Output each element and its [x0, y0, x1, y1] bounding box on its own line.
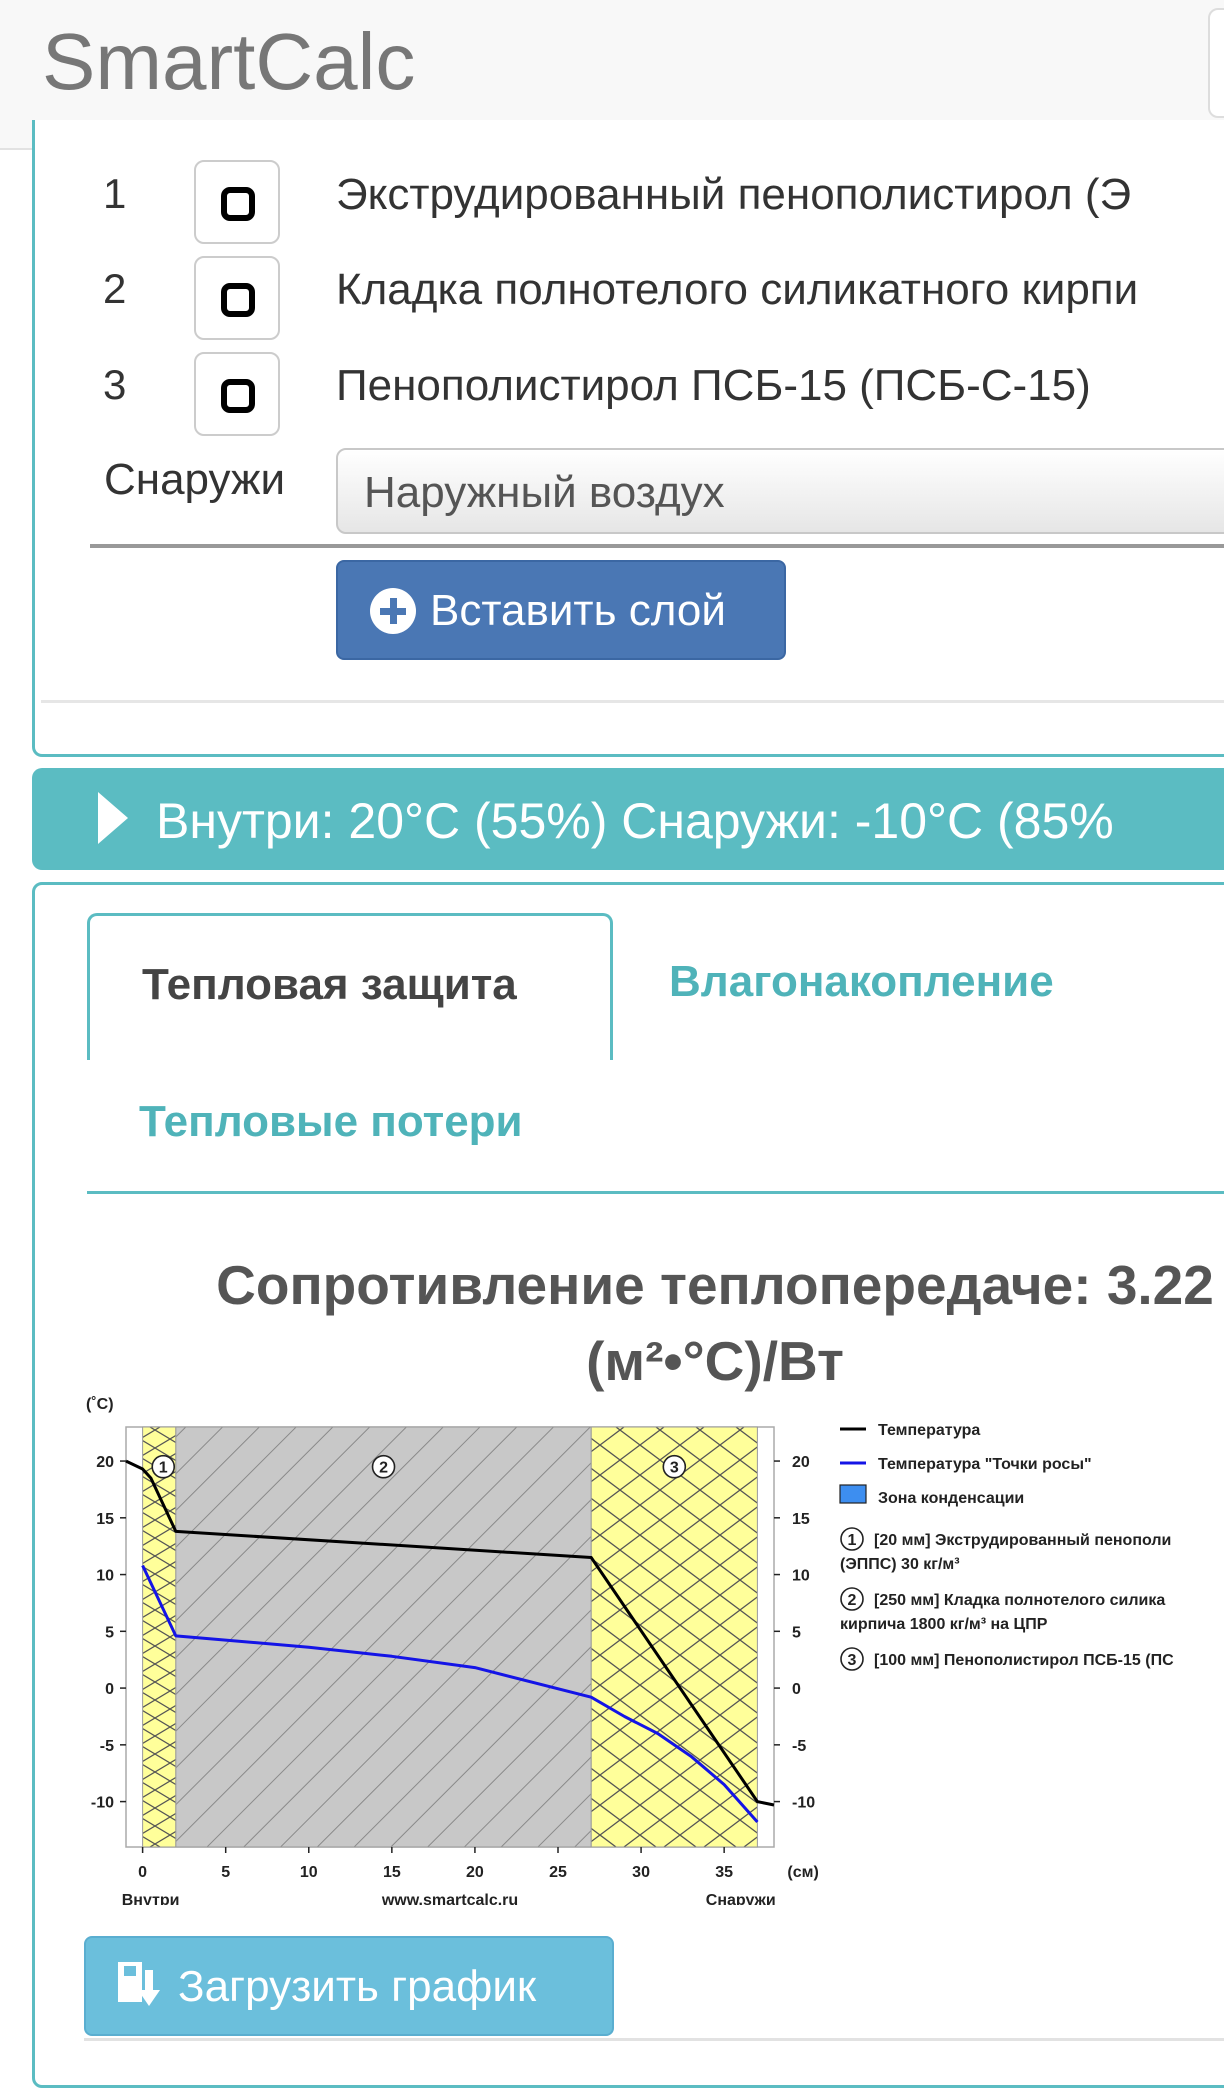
y-tick-label-left: -5: [100, 1738, 114, 1755]
divider: [84, 2038, 1224, 2041]
y-tick-label-left: 20: [96, 1454, 114, 1471]
layer-name[interactable]: Кладка полнотелого силикатного кирпи: [336, 265, 1138, 315]
temperature-chart: 1 2 3 20 20 15 15 10 10 5 5 0 0 -5 -5 -10 -10 (˚C) 0 5 10 15…: [86, 1396, 1174, 1905]
layer-name[interactable]: Экструдированный пенополистирол (Э: [336, 170, 1131, 220]
legend-label: Температура: [878, 1422, 980, 1439]
tab-label: Тепловая защита: [142, 960, 517, 1009]
legend-label: Температура "Точки росы": [878, 1456, 1092, 1473]
legend-swatch-box: [839, 1484, 867, 1504]
layer-marker-label: 1: [159, 1460, 168, 1477]
square-icon: [221, 187, 255, 221]
conditions-toggle[interactable]: Внутри: 20°C (55%) Снаружи: -10°C (85%: [32, 768, 1224, 870]
legend-layer-text: [20 мм] Экструдированный пенополи: [874, 1532, 1171, 1549]
y-tick-label-right: 10: [792, 1568, 810, 1585]
y-unit-label: (˚C): [86, 1396, 114, 1413]
outside-label: Снаружи: [104, 455, 286, 504]
layer-checkbox-button[interactable]: [194, 256, 280, 340]
legend-layer-marker-label: 2: [848, 1592, 857, 1609]
tab-heat-loss[interactable]: Тепловые потери: [139, 1097, 523, 1147]
insert-layer-label: Вставить слой: [430, 586, 726, 635]
square-icon: [221, 283, 255, 317]
caret-right-icon: [98, 792, 128, 844]
y-tick-label-right: 0: [792, 1681, 801, 1698]
layer-name[interactable]: Пенополистирол ПСБ-15 (ПСБ-С-15): [336, 361, 1091, 411]
layer-number: 1: [103, 170, 127, 217]
y-tick-label-right: 5: [792, 1624, 801, 1641]
y-tick-label-left: 15: [96, 1511, 114, 1528]
download-chart-label: Загрузить график: [178, 1962, 537, 2011]
tab-moisture[interactable]: Влагонакопление: [669, 957, 1054, 1007]
x-tick-label: 35: [715, 1864, 733, 1881]
layer-band-1: [142, 1426, 177, 1848]
legend-layer-text-2: (ЭППС) 30 кг/м³: [840, 1556, 960, 1573]
insert-layer-button[interactable]: Вставить слой: [336, 560, 786, 660]
tabs-divider: [87, 1191, 1224, 1194]
menu-toggle-button[interactable]: [1208, 8, 1224, 118]
y-tick-label-left: 10: [96, 1568, 114, 1585]
outside-environment-select[interactable]: Наружный воздух: [336, 448, 1224, 534]
resistance-line-1: Сопротивление теплопередаче: 3.22: [216, 1254, 1214, 1316]
y-tick-label-right: -10: [792, 1795, 815, 1812]
layer-band-2: [175, 1426, 592, 1848]
brand-logo[interactable]: SmartCalc: [42, 16, 415, 108]
x-label-center: www.smartcalc.ru: [381, 1892, 518, 1905]
x-tick-label: 15: [383, 1864, 401, 1881]
download-chart-button[interactable]: Загрузить график: [84, 1936, 614, 2036]
layer-number: 3: [103, 361, 127, 408]
y-tick-label-right: 15: [792, 1511, 810, 1528]
x-unit-label: (см): [787, 1864, 818, 1881]
legend-layer-text: [100 мм] Пенополистирол ПСБ-15 (ПС: [874, 1652, 1174, 1669]
legend-layer-text-2: кирпича 1800 кг/м³ на ЦПР: [840, 1616, 1048, 1633]
x-tick-label: 20: [466, 1864, 484, 1881]
x-label-outside: Снаружи: [706, 1892, 776, 1905]
layer-checkbox-button[interactable]: [194, 352, 280, 436]
divider: [90, 544, 1224, 548]
legend-layer-text: [250 мм] Кладка полнотелого силика: [874, 1592, 1165, 1609]
layer-band-3: [590, 1426, 758, 1848]
legend-layer-marker-label: 3: [848, 1652, 857, 1669]
x-tick-label: 10: [300, 1864, 318, 1881]
x-tick-label: 5: [221, 1864, 230, 1881]
plus-circle-icon: [370, 588, 416, 634]
x-label-inside: Внутри: [122, 1892, 180, 1905]
legend-label: Зона конденсации: [878, 1490, 1024, 1507]
y-tick-label-right: 20: [792, 1454, 810, 1471]
x-tick-label: 30: [632, 1864, 650, 1881]
y-tick-label-left: 5: [105, 1624, 114, 1641]
x-tick-label: 25: [549, 1864, 567, 1881]
y-tick-label-left: 0: [105, 1681, 114, 1698]
layer-marker-label: 3: [670, 1460, 679, 1477]
layer-marker-label: 2: [379, 1460, 388, 1477]
x-tick-label: 0: [138, 1864, 147, 1881]
layer-number: 2: [103, 265, 127, 312]
square-icon: [221, 379, 255, 413]
legend-layer-marker-label: 1: [848, 1532, 857, 1549]
download-icon: [118, 1962, 160, 2006]
layer-checkbox-button[interactable]: [194, 160, 280, 244]
select-value: Наружный воздух: [364, 468, 725, 517]
resistance-title: Сопротивление теплопередаче: 3.22 (м²•°С…: [35, 1247, 1224, 1399]
y-tick-label-left: -10: [91, 1795, 114, 1812]
tab-thermal-protection[interactable]: Тепловая защита: [87, 913, 613, 1060]
conditions-text: Внутри: 20°C (55%) Снаружи: -10°C (85%: [156, 793, 1114, 849]
y-tick-label-right: -5: [792, 1738, 806, 1755]
